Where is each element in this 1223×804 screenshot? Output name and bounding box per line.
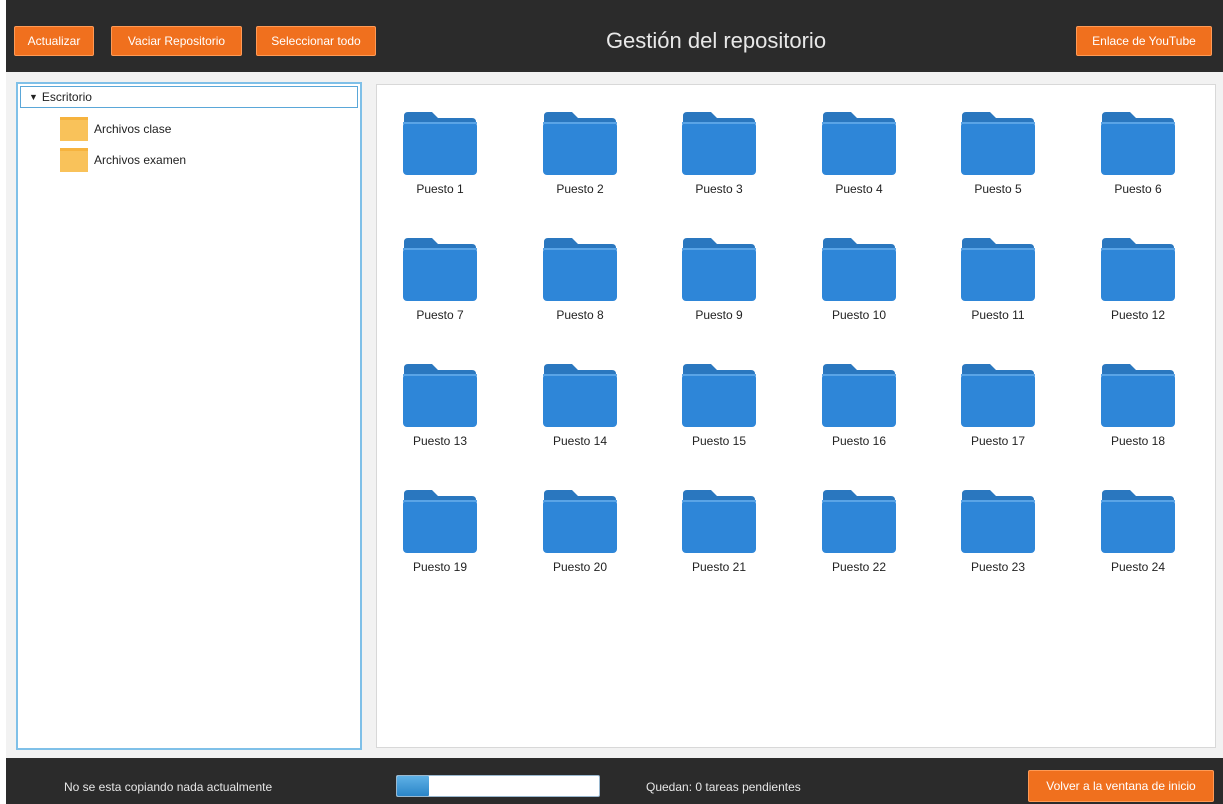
folder-item[interactable]: Puesto 19 [390,488,490,598]
tree-item-label: Archivos examen [94,153,187,167]
folder-label: Puesto 4 [835,182,883,196]
folder-label: Puesto 8 [556,308,604,322]
folder-label: Puesto 22 [831,560,887,574]
top-toolbar: Actualizar Vaciar Repositorio Selecciona… [6,8,1217,72]
back-to-home-button[interactable]: Volver a la ventana de inicio [1028,770,1214,802]
folder-label: Puesto 1 [416,182,464,196]
folder-icon [403,112,477,175]
status-bar: No se esta copiando nada actualmente Que… [6,758,1223,804]
folder-icon [543,238,617,301]
folder-icon [1101,112,1175,175]
folder-label: Puesto 14 [552,434,608,448]
folder-label: Puesto 15 [691,434,747,448]
main-area: ▼ Escritorio Archivos clase Archivos exa… [6,72,1223,758]
folder-icon [961,364,1035,427]
folder-item[interactable]: Puesto 9 [669,236,769,346]
folder-item[interactable]: Puesto 11 [948,236,1048,346]
folder-item[interactable]: Puesto 22 [809,488,909,598]
folder-item[interactable]: Puesto 3 [669,110,769,220]
folder-label: Puesto 3 [695,182,743,196]
folder-label: Puesto 10 [831,308,887,322]
tree-item-exam-files[interactable]: Archivos examen [60,147,186,173]
folder-item[interactable]: Puesto 15 [669,362,769,472]
folder-item[interactable]: Puesto 1 [390,110,490,220]
folder-icon [682,238,756,301]
empty-repository-button[interactable]: Vaciar Repositorio [111,26,242,56]
folder-icon [403,490,477,553]
folder-label: Puesto 13 [412,434,468,448]
folder-item[interactable]: Puesto 6 [1088,110,1188,220]
folder-item[interactable]: Puesto 18 [1088,362,1188,472]
expand-arrow-icon[interactable]: ▼ [29,92,38,102]
folder-icon [543,364,617,427]
folder-label: Puesto 2 [556,182,604,196]
folder-grid: Puesto 1 Puesto 2 Puesto 3 Puesto 4 Puesto 5… [376,84,1216,748]
folder-label: Puesto 12 [1110,308,1166,322]
folder-icon [682,364,756,427]
youtube-link-button[interactable]: Enlace de YouTube [1076,26,1212,56]
folder-label: Puesto 21 [691,560,747,574]
folder-item[interactable]: Puesto 10 [809,236,909,346]
repository-window: Actualizar Vaciar Repositorio Selecciona… [0,0,1223,804]
folder-label: Puesto 7 [416,308,464,322]
folder-item[interactable]: Puesto 4 [809,110,909,220]
folder-icon [822,238,896,301]
pending-tasks-text: Quedan: 0 tareas pendientes [646,780,801,794]
folder-label: Puesto 23 [970,560,1026,574]
folder-item[interactable]: Puesto 14 [530,362,630,472]
tree-root-desktop[interactable]: ▼ Escritorio [20,86,358,108]
select-all-button[interactable]: Seleccionar todo [256,26,376,56]
progress-fill [397,776,430,796]
folder-tree: ▼ Escritorio Archivos clase Archivos exa… [16,82,362,750]
folder-item[interactable]: Puesto 13 [390,362,490,472]
tree-item-label: Archivos clase [94,122,172,136]
folder-item[interactable]: Puesto 16 [809,362,909,472]
page-title: Gestión del repositorio [605,28,827,53]
folder-item[interactable]: Puesto 12 [1088,236,1188,346]
folder-icon [682,112,756,175]
folder-item[interactable]: Puesto 8 [530,236,630,346]
folder-item[interactable]: Puesto 7 [390,236,490,346]
folder-item[interactable]: Puesto 5 [948,110,1048,220]
folder-label: Puesto 6 [1114,182,1162,196]
copy-progress-bar [396,775,600,797]
folder-label: Puesto 5 [974,182,1022,196]
folder-icon [543,490,617,553]
folder-label: Puesto 18 [1110,434,1166,448]
folder-label: Puesto 11 [971,308,1025,322]
copy-status-text: No se esta copiando nada actualmente [64,780,273,794]
folder-icon [822,490,896,553]
folder-item[interactable]: Puesto 21 [669,488,769,598]
folder-icon [961,490,1035,553]
refresh-button[interactable]: Actualizar [14,26,94,56]
folder-item[interactable]: Puesto 20 [530,488,630,598]
folder-label: Puesto 9 [695,308,743,322]
folder-item[interactable]: Puesto 2 [530,110,630,220]
folder-icon [682,490,756,553]
folder-label: Puesto 16 [831,434,887,448]
folder-icon [60,117,88,141]
folder-icon [1101,364,1175,427]
folder-icon [822,112,896,175]
folder-icon [60,148,88,172]
folder-label: Puesto 24 [1110,560,1166,574]
tree-root-label: Escritorio [41,90,92,104]
folder-icon [403,364,477,427]
folder-item[interactable]: Puesto 17 [948,362,1048,472]
tree-item-class-files[interactable]: Archivos clase [60,116,171,142]
folder-label: Puesto 17 [970,434,1026,448]
folder-icon [961,238,1035,301]
folder-label: Puesto 19 [412,560,468,574]
folder-icon [822,364,896,427]
folder-item[interactable]: Puesto 23 [948,488,1048,598]
folder-label: Puesto 20 [552,560,608,574]
folder-icon [1101,490,1175,553]
folder-icon [961,112,1035,175]
folder-icon [1101,238,1175,301]
folder-icon [543,112,617,175]
folder-item[interactable]: Puesto 24 [1088,488,1188,598]
folder-icon [403,238,477,301]
